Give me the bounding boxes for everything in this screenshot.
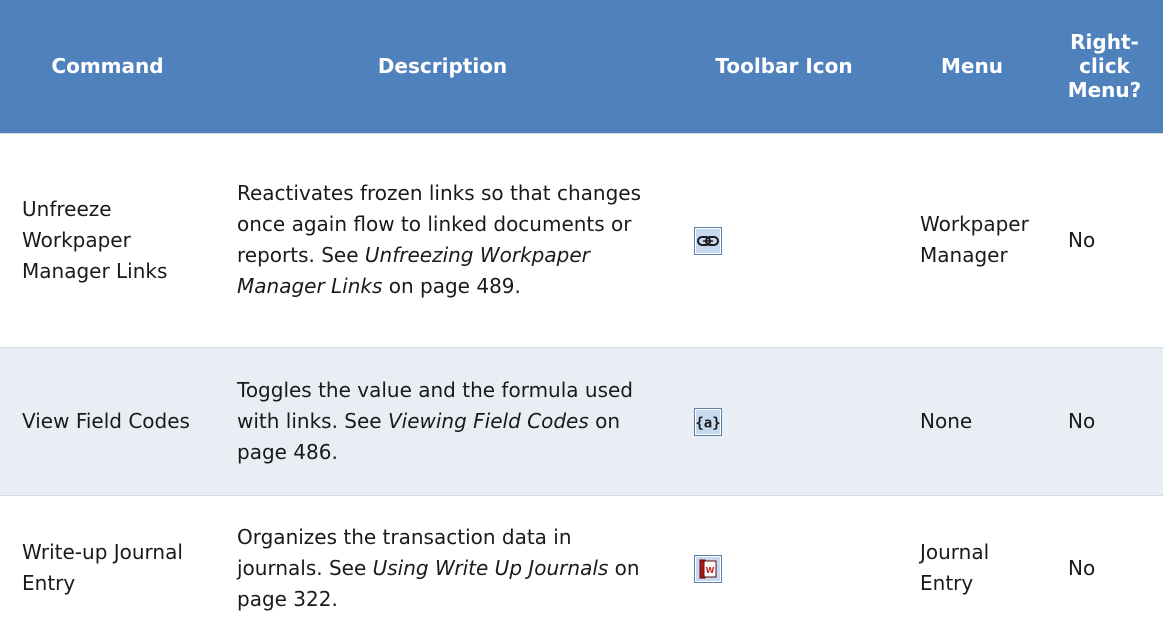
menu-cell: Journal Entry (920, 540, 990, 596)
command-cell: Write-up Journal Entry (22, 540, 183, 596)
header-command: Command (51, 54, 164, 79)
chain-link-icon[interactable] (694, 227, 722, 255)
header-row: Command Description Toolbar Icon Menu Ri… (0, 0, 1163, 133)
journal-book-icon[interactable]: W (694, 555, 722, 584)
toolbar-icon-cell (670, 133, 898, 347)
command-cell: View Field Codes (22, 408, 190, 433)
description-cell: Organizes the transaction data in journa… (215, 495, 670, 641)
header-description: Description (377, 54, 508, 79)
toolbar-icon-cell: {a} (670, 347, 898, 495)
toolbar-icon-cell: W (670, 495, 898, 641)
table-row: Unfreeze Workpaper Manager Links Reactiv… (0, 133, 1163, 347)
field-code-braces-icon[interactable]: {a} (694, 408, 722, 436)
svg-text:{a}: {a} (695, 416, 720, 432)
right-click-cell: No (1068, 408, 1096, 433)
description-cell: Reactivates frozen links so that changes… (215, 133, 670, 347)
svg-text:W: W (706, 566, 715, 575)
right-click-cell: No (1068, 555, 1096, 580)
page-reference: on page 489. (382, 274, 521, 298)
table-row: Write-up Journal Entry Organizes the tra… (0, 495, 1163, 641)
cross-reference-link[interactable]: Using Write Up Journals (373, 556, 609, 580)
header-toolbar-icon: Toolbar Icon (715, 54, 853, 79)
menu-cell: Workpaper Manager (920, 212, 1029, 267)
description-cell: Toggles the value and the formula used w… (215, 347, 670, 495)
right-click-cell: No (1068, 227, 1096, 252)
table-row: View Field Codes Toggles the value and t… (0, 347, 1163, 495)
header-menu: Menu (941, 54, 1003, 79)
header-right-click-menu: Right-click Menu? (1067, 30, 1142, 103)
cross-reference-link[interactable]: Viewing Field Codes (388, 409, 589, 433)
menu-cell: None (920, 408, 973, 433)
commands-table: Command Description Toolbar Icon Menu Ri… (0, 0, 1163, 641)
command-cell: Unfreeze Workpaper Manager Links (22, 196, 168, 283)
